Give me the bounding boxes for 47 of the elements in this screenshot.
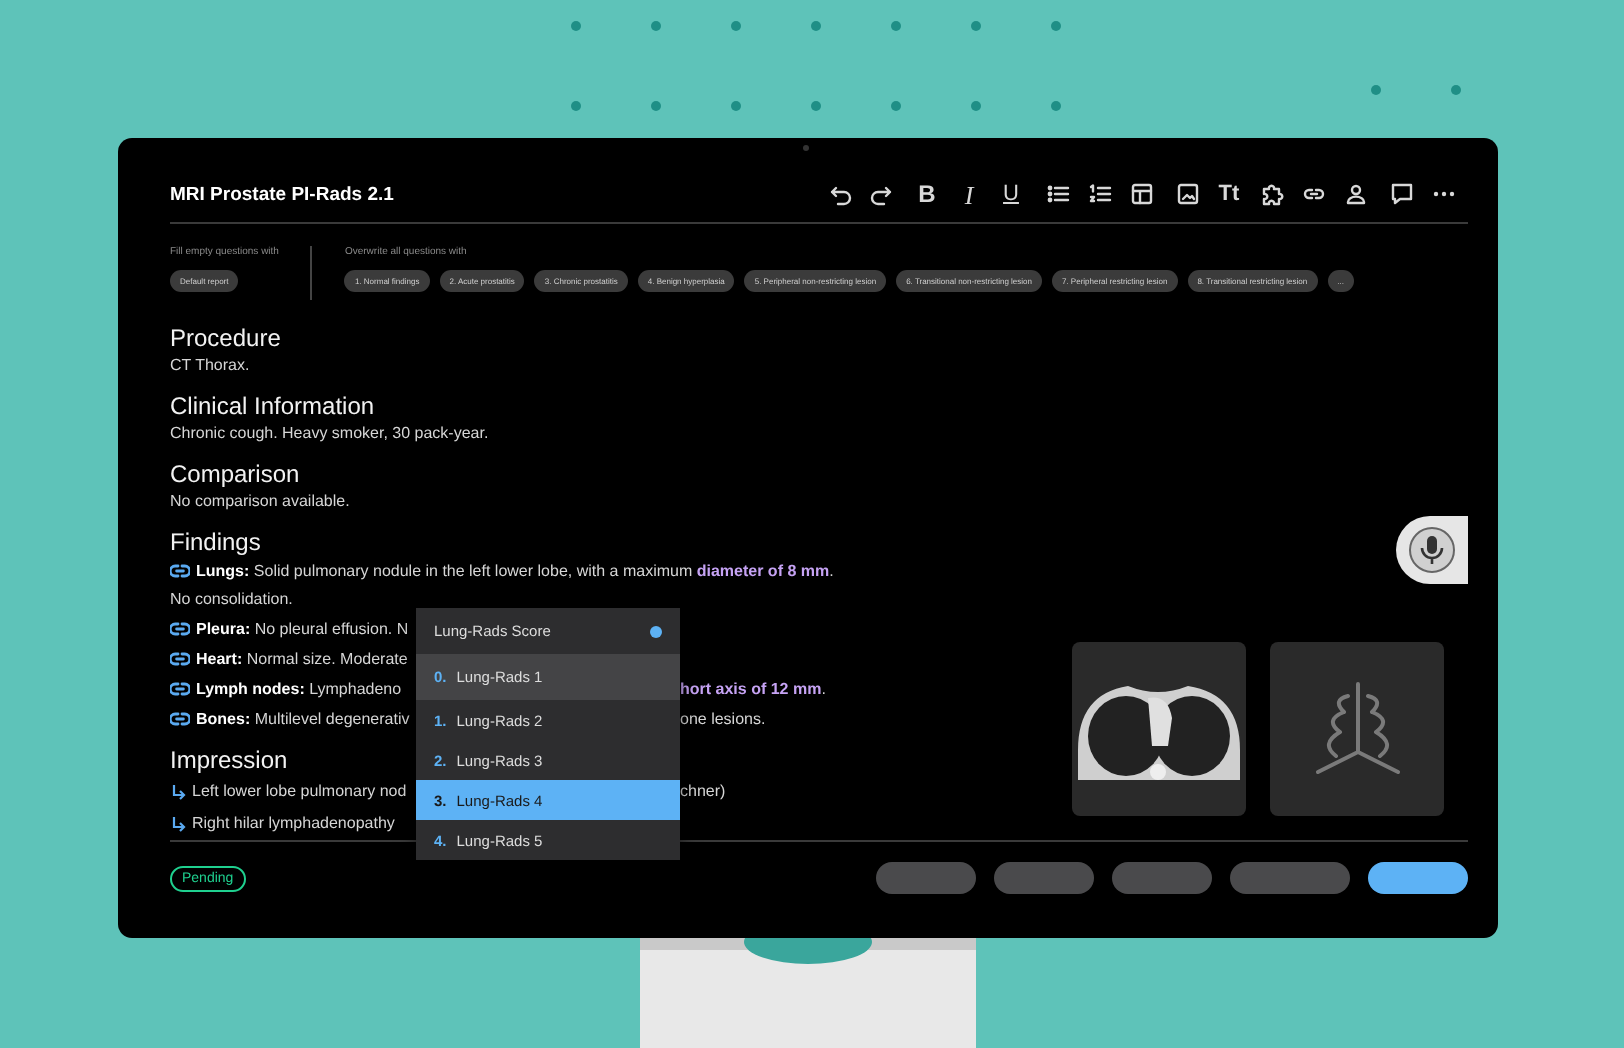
ct-scan-thumbnail[interactable]	[1072, 642, 1246, 816]
primary-button[interactable]	[1368, 862, 1468, 894]
link-icon[interactable]	[170, 564, 190, 578]
report-text: Chronic cough. Heavy smoker, 30 pack-year.	[170, 422, 489, 446]
arrow-icon	[170, 784, 186, 800]
bold-button[interactable]: B	[914, 181, 940, 207]
redo-icon[interactable]	[869, 182, 893, 206]
text-size-button[interactable]: Tt	[1216, 181, 1242, 207]
arrow-icon	[170, 816, 186, 832]
dot-icon	[650, 625, 662, 637]
link-icon[interactable]	[170, 622, 190, 636]
report-text: No comparison available.	[170, 490, 350, 514]
document-title: MRI Prostate PI-Rads 2.1	[170, 183, 396, 205]
microphone-icon	[1408, 526, 1456, 574]
image-icon[interactable]	[1175, 182, 1199, 206]
link-icon[interactable]	[170, 652, 190, 666]
finding-text: Heart: Normal size. Moderate	[196, 648, 408, 672]
section-heading: Impression	[170, 746, 288, 774]
italic-button[interactable]: I	[956, 181, 982, 207]
finding-text: Lymph nodes: Lymphadeno	[196, 678, 402, 702]
puzzle-icon[interactable]	[1259, 182, 1283, 206]
person-icon[interactable]	[1343, 182, 1367, 206]
section-heading: Clinical Information	[170, 392, 375, 420]
finding-text: Pleura: No pleural effusion. N	[196, 618, 409, 642]
undo-icon[interactable]	[827, 182, 851, 206]
report-text: Right hilar lymphadenopathy	[192, 812, 395, 836]
lungs-thumbnail[interactable]	[1270, 642, 1444, 816]
bulleted-list-icon[interactable]	[1045, 182, 1069, 206]
report-text: Left lower lobe pulmonary nod	[192, 780, 407, 804]
report-text: No consolidation.	[170, 588, 293, 612]
finding-text: Lungs: Solid pulmonary nodule in the left lower lobe, with a maximum diameter of 8 mm.	[196, 560, 834, 584]
numbered-list-icon[interactable]	[1087, 182, 1111, 206]
report-text: chner)	[680, 780, 728, 804]
comment-icon[interactable]	[1389, 182, 1413, 206]
section-heading: Procedure	[170, 324, 281, 352]
report-text: hort axis of 12 mm.	[680, 678, 828, 702]
camera-icon	[802, 144, 810, 152]
section-heading: Comparison	[170, 460, 300, 488]
section-heading: Findings	[170, 528, 261, 556]
link-icon[interactable]	[170, 682, 190, 696]
report-text: CT Thorax.	[170, 354, 250, 378]
underline-button[interactable]: U	[998, 181, 1024, 207]
report-text: one lesions.	[680, 708, 768, 732]
microphone-button[interactable]	[1396, 516, 1468, 584]
finding-text: Bones: Multilevel degenerativ	[196, 708, 410, 732]
table-icon[interactable]	[1129, 182, 1153, 206]
link-icon[interactable]	[170, 712, 190, 726]
